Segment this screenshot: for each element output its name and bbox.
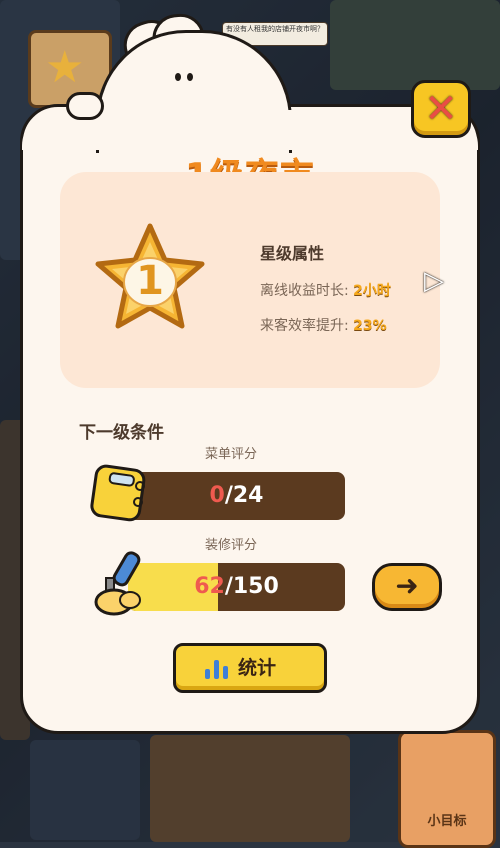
go-to-decorate-button[interactable]: ➜	[372, 563, 442, 611]
star-level-number: 1	[136, 258, 164, 304]
visitor-efficiency-label: 来客效率提升:	[260, 318, 349, 334]
menu-score-bar: 0/24	[128, 472, 345, 520]
star-attributes-heading: 星级属性	[260, 244, 325, 263]
next-level-heading: 下一级条件	[79, 423, 164, 443]
paint-roller-icon	[94, 551, 141, 616]
menu-score-label: 菜单评分	[204, 447, 257, 462]
decoration-score-label: 装修评分	[204, 538, 257, 553]
bunny-paw	[66, 92, 104, 120]
visitor-efficiency-value: 23%	[353, 318, 387, 334]
bunny-eye	[187, 73, 193, 81]
small-goal-label: 小目标	[427, 814, 467, 829]
decoration-score-bar: 62/150	[128, 563, 345, 611]
close-button[interactable]: ✕	[411, 80, 471, 138]
bar-chart-icon	[205, 660, 228, 679]
stats-button-label: 统计	[238, 657, 277, 679]
decoration-score-text: 62/150	[194, 574, 279, 599]
star-level-emblem: 1	[92, 222, 208, 340]
menu-score-text: 0/24	[209, 483, 264, 508]
close-x-icon: ✕	[424, 86, 458, 132]
stats-button[interactable]: 统计	[173, 643, 327, 693]
offline-income-value: 2小时	[353, 283, 391, 299]
small-goal-card[interactable]: 小目标	[398, 730, 496, 848]
arrow-right-icon: ➜	[395, 569, 419, 602]
bunny-eye	[175, 73, 181, 81]
next-page-arrow-icon[interactable]: ▷	[424, 266, 450, 296]
offline-income-label: 离线收益时长:	[260, 283, 349, 299]
menu-book-icon	[90, 464, 146, 522]
star-icon: ★	[45, 42, 85, 93]
visitor-efficiency-row: 来客效率提升: 23%	[260, 315, 387, 335]
offline-income-row: 离线收益时长: 2小时	[260, 280, 391, 300]
